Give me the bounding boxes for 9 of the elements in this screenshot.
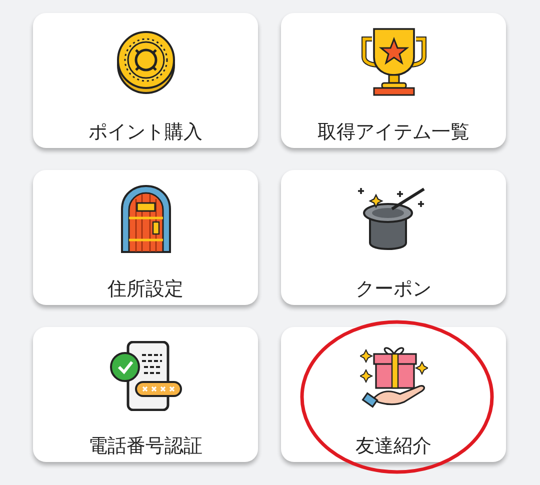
- menu-card[interactable]: 住所設定: [33, 170, 258, 305]
- menu-card[interactable]: 友達紹介: [281, 327, 506, 462]
- menu-card[interactable]: 取得アイテム一覧: [281, 13, 506, 148]
- trophy-icon: [360, 27, 428, 97]
- menu-card[interactable]: ポイント購入: [33, 13, 258, 148]
- menu-card[interactable]: 電話番号認証: [33, 327, 258, 462]
- door-icon: [120, 185, 170, 253]
- phone-verify-icon: [110, 341, 182, 411]
- menu-card[interactable]: クーポン: [281, 170, 506, 305]
